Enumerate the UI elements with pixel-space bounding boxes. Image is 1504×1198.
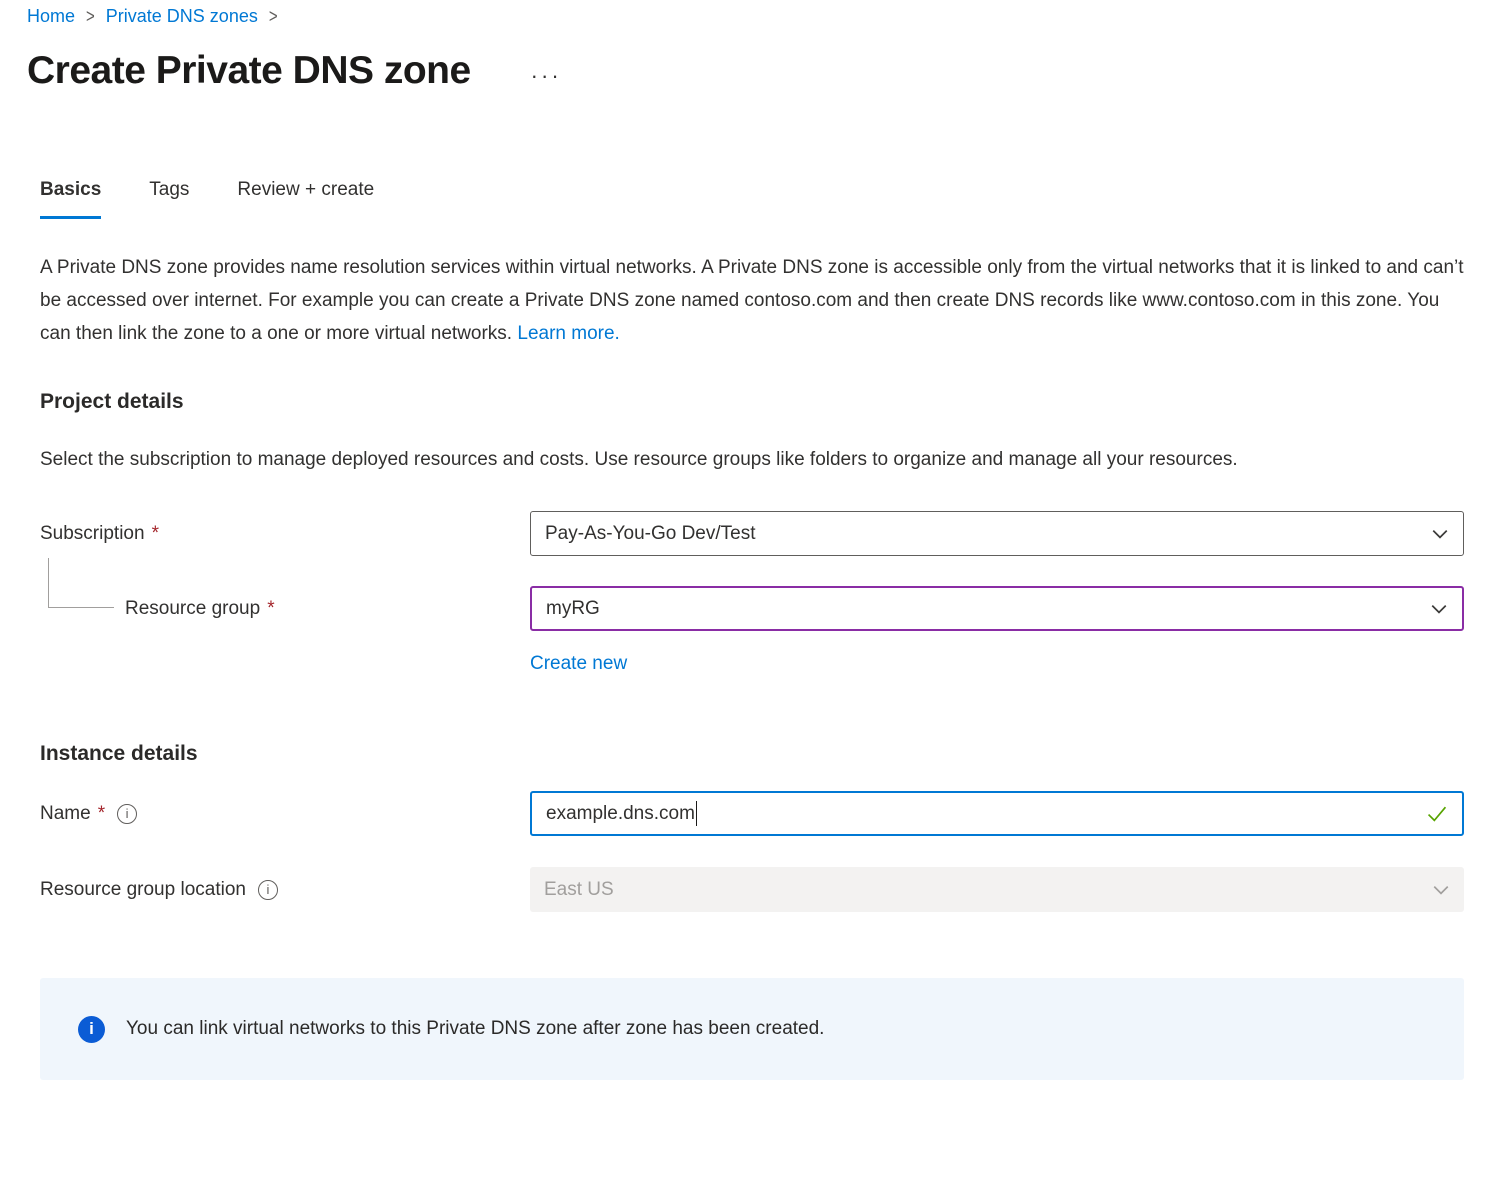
name-input[interactable]: example.dns.com [530,791,1464,836]
create-new-row: Create new [40,641,1464,686]
tab-tags-label: Tags [149,179,189,200]
create-new-link[interactable]: Create new [530,653,627,674]
chevron-down-icon [1430,600,1448,618]
location-select-disabled: East US [530,867,1464,912]
subscription-value: Pay-As-You-Go Dev/Test [545,523,756,545]
chevron-down-icon [1431,525,1449,543]
tab-basics[interactable]: Basics [40,179,101,219]
subscription-label-text: Subscription [40,523,145,545]
breadcrumb-separator-icon: > [269,5,278,27]
project-details-heading: Project details [40,390,1464,414]
name-row: Name * i example.dns.com [40,791,1464,836]
create-private-dns-zone-page: Home > Private DNS zones > Create Privat… [0,0,1504,1080]
resource-group-connector-line [48,558,114,608]
subscription-select[interactable]: Pay-As-You-Go Dev/Test [530,511,1464,556]
resource-group-label-text: Resource group [125,598,260,620]
info-banner: i You can link virtual networks to this … [40,978,1464,1080]
more-menu-icon[interactable]: ··· [531,55,562,87]
tab-basics-label: Basics [40,179,101,200]
resource-group-value: myRG [546,598,600,620]
location-label-text: Resource group location [40,879,246,901]
name-input-value: example.dns.com [546,803,695,825]
breadcrumb-separator-icon: > [86,5,95,27]
required-asterisk: * [152,523,159,545]
project-details-description: Select the subscription to manage deploy… [40,443,1464,476]
title-row: Create Private DNS zone ··· [27,49,1464,93]
chevron-down-icon [1432,881,1450,899]
valid-checkmark-icon [1426,804,1448,823]
name-label: Name * i [40,803,530,825]
breadcrumb-private-dns-zones-link[interactable]: Private DNS zones [106,6,258,27]
tab-review-create[interactable]: Review + create [237,179,374,219]
name-label-text: Name [40,803,91,825]
instance-details-heading: Instance details [40,742,1464,766]
text-cursor [696,801,698,826]
breadcrumb-home-link[interactable]: Home [27,6,75,27]
resource-group-select[interactable]: myRG [530,586,1464,631]
info-banner-text: You can link virtual networks to this Pr… [126,1018,824,1040]
intro-paragraph: A Private DNS zone provides name resolut… [40,251,1464,350]
resource-group-row: Resource group * myRG [40,586,1464,631]
info-banner-icon: i [78,1016,105,1043]
info-icon[interactable]: i [117,804,137,824]
tab-tags[interactable]: Tags [149,179,189,219]
subscription-label: Subscription * [40,523,530,545]
location-row: Resource group location i East US [40,867,1464,912]
page-title: Create Private DNS zone [27,49,471,93]
subscription-row: Subscription * Pay-As-You-Go Dev/Test [40,511,1464,556]
location-value: East US [544,879,614,901]
breadcrumb: Home > Private DNS zones > [27,6,1464,27]
required-asterisk: * [267,598,274,620]
intro-text: A Private DNS zone provides name resolut… [40,257,1464,344]
location-label: Resource group location i [40,879,530,901]
required-asterisk: * [98,803,105,825]
tab-bar: Basics Tags Review + create [40,179,1464,219]
info-icon[interactable]: i [258,880,278,900]
tab-review-create-label: Review + create [237,179,374,200]
project-details-form: Subscription * Pay-As-You-Go Dev/Test Re… [40,511,1464,686]
learn-more-link[interactable]: Learn more. [517,323,619,344]
